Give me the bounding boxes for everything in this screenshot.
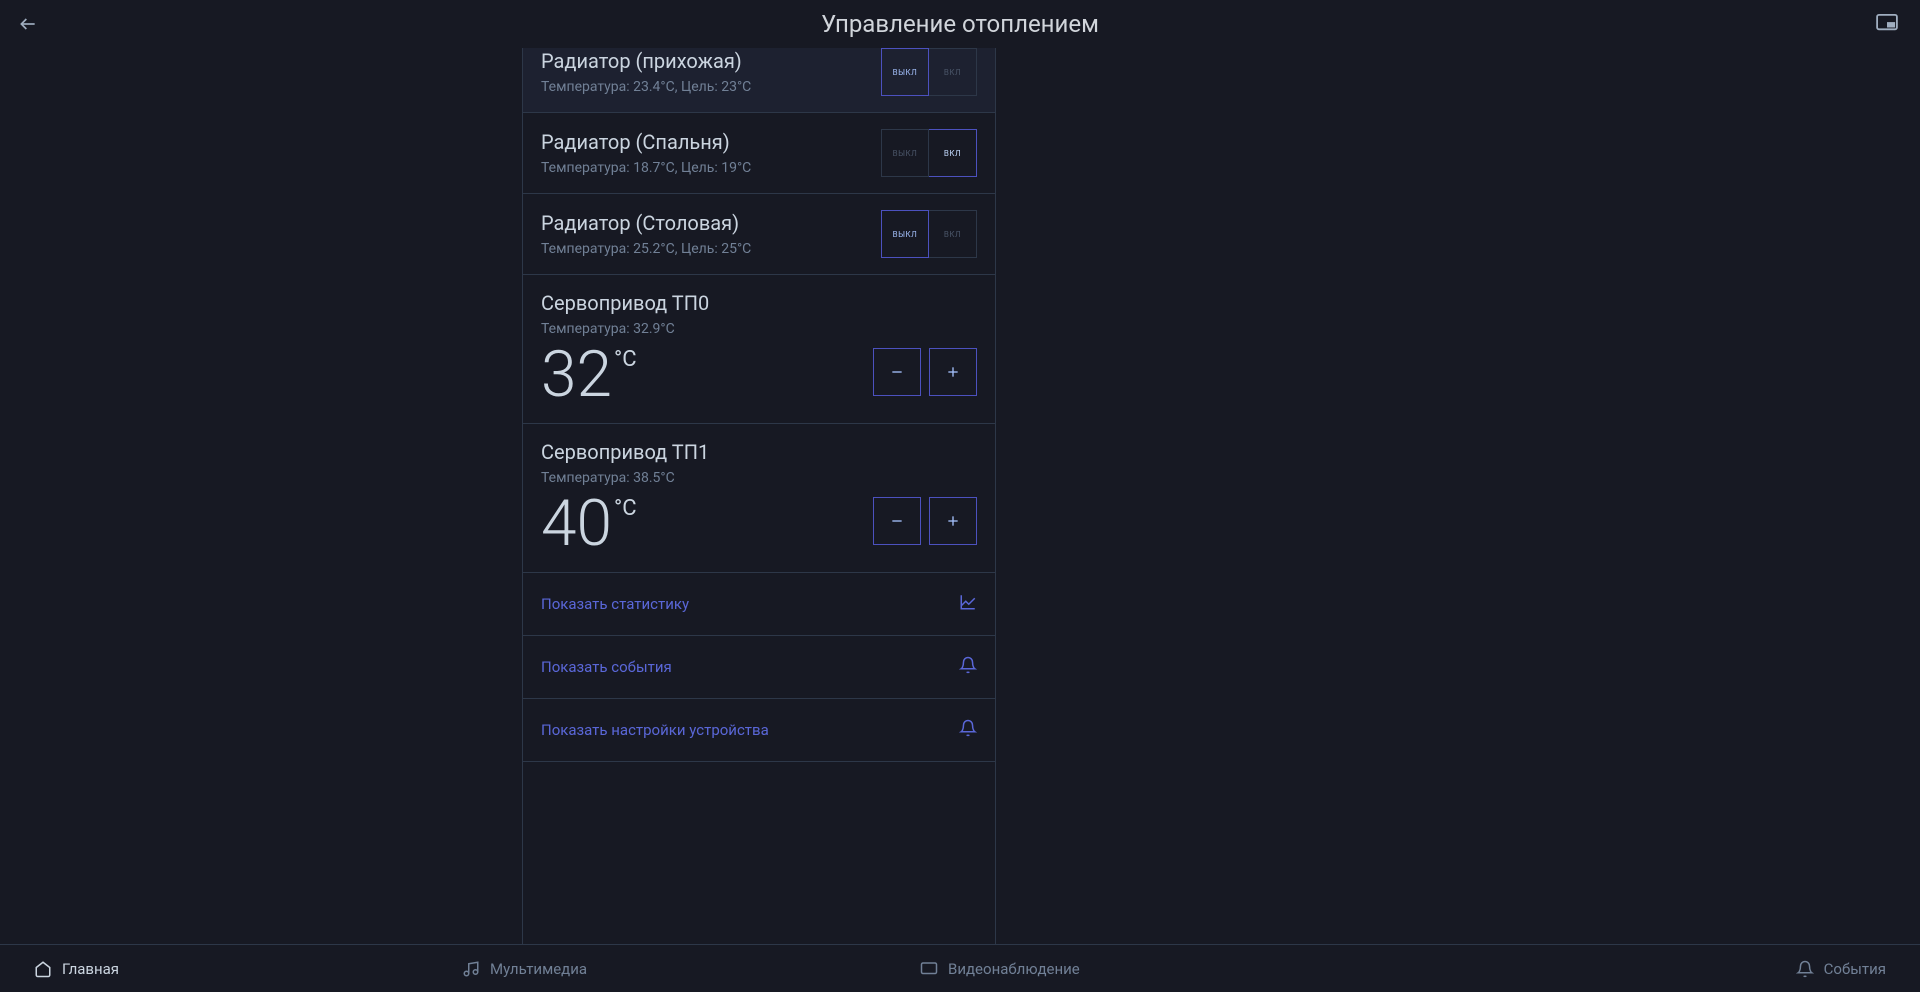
link-label: Показать статистику xyxy=(541,595,689,613)
nav-label: Видеонаблюдение xyxy=(948,960,1080,978)
device-title: Сервопривод ТП1 xyxy=(541,440,977,464)
toggle-on[interactable]: ВКЛ xyxy=(929,129,977,177)
minus-button[interactable] xyxy=(873,497,921,545)
temperature-unit: °C xyxy=(614,496,637,521)
temperature-value: 40 xyxy=(541,492,612,556)
device-sub: Температура: 38.5°C xyxy=(541,470,977,486)
device-radiator-dining: Радиатор (Столовая) Температура: 25.2°C,… xyxy=(523,194,995,275)
device-sub: Температура: 18.7°C, Цель: 19°C xyxy=(541,160,751,176)
device-sub: Температура: 23.4°C, Цель: 23°C xyxy=(541,79,751,95)
device-title: Радиатор (Спальня) xyxy=(541,130,751,154)
link-label: Показать события xyxy=(541,658,672,676)
device-radiator-hall: Радиатор (прихожая) Температура: 23.4°C,… xyxy=(523,48,995,113)
bell-icon xyxy=(959,656,977,678)
nav-label: Мультимедиа xyxy=(490,960,587,978)
minus-button[interactable] xyxy=(873,348,921,396)
temperature-value: 32 xyxy=(541,343,612,407)
nav-label: Главная xyxy=(62,960,119,978)
show-events[interactable]: Показать события xyxy=(523,636,995,699)
nav-label: События xyxy=(1824,960,1886,978)
toggle-off[interactable]: ВЫКЛ xyxy=(881,129,929,177)
nav-cctv[interactable]: Видеонаблюдение xyxy=(920,960,1080,978)
device-sub: Температура: 25.2°C, Цель: 25°C xyxy=(541,241,751,257)
device-sub: Температура: 32.9°C xyxy=(541,321,977,337)
link-label: Показать настройки устройства xyxy=(541,721,769,739)
chart-icon xyxy=(959,593,977,615)
nav-events[interactable]: События xyxy=(1796,960,1886,978)
toggle-off[interactable]: ВЫКЛ xyxy=(881,48,929,96)
plus-button[interactable] xyxy=(929,348,977,396)
bottom-nav: Главная Мультимедиа Видеонаблюдение Собы… xyxy=(0,944,1920,992)
toggle-off[interactable]: ВЫКЛ xyxy=(881,210,929,258)
device-list: Радиатор (прихожая) Температура: 23.4°C,… xyxy=(522,48,996,944)
minus-icon xyxy=(889,513,905,529)
toggle-on[interactable]: ВКЛ xyxy=(929,210,977,258)
device-servo-0: Сервопривод ТП0 Температура: 32.9°C 32 °… xyxy=(523,275,995,424)
music-icon xyxy=(462,960,480,978)
temperature-unit: °C xyxy=(614,347,637,372)
show-statistics[interactable]: Показать статистику xyxy=(523,573,995,636)
monitor-icon xyxy=(920,960,938,978)
toggle-group: ВЫКЛ ВКЛ xyxy=(881,48,977,96)
home-icon xyxy=(34,960,52,978)
nav-media[interactable]: Мультимедиа xyxy=(462,960,587,978)
stepper xyxy=(873,348,977,396)
header: Управление отоплением xyxy=(0,0,1920,48)
device-title: Радиатор (Столовая) xyxy=(541,211,751,235)
nav-home[interactable]: Главная xyxy=(34,960,119,978)
pip-icon[interactable] xyxy=(1876,14,1898,32)
device-servo-1: Сервопривод ТП1 Температура: 38.5°C 40 °… xyxy=(523,424,995,573)
bell-icon xyxy=(959,719,977,741)
plus-icon xyxy=(945,364,961,380)
device-title: Сервопривод ТП0 xyxy=(541,291,977,315)
show-device-settings[interactable]: Показать настройки устройства xyxy=(523,699,995,762)
device-radiator-bedroom: Радиатор (Спальня) Температура: 18.7°C, … xyxy=(523,113,995,194)
bell-icon xyxy=(1796,960,1814,978)
page-title: Управление отоплением xyxy=(821,10,1099,38)
temperature-display: 32 °C xyxy=(541,343,637,407)
plus-icon xyxy=(945,513,961,529)
minus-icon xyxy=(889,364,905,380)
plus-button[interactable] xyxy=(929,497,977,545)
toggle-on[interactable]: ВКЛ xyxy=(929,48,977,96)
toggle-group: ВЫКЛ ВКЛ xyxy=(881,129,977,177)
back-button[interactable] xyxy=(18,14,38,34)
temperature-display: 40 °C xyxy=(541,492,637,556)
device-title: Радиатор (прихожая) xyxy=(541,49,751,73)
toggle-group: ВЫКЛ ВКЛ xyxy=(881,210,977,258)
stepper xyxy=(873,497,977,545)
